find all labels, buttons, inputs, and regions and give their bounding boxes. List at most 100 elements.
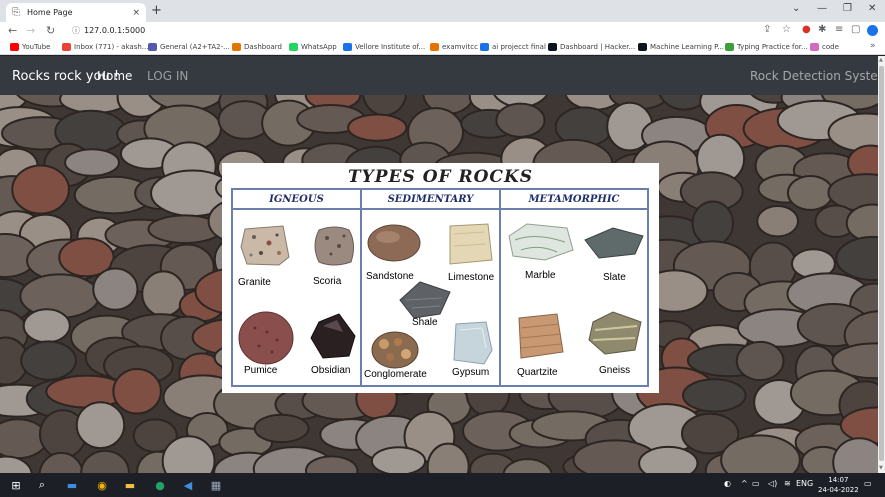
pumice-label: Pumice [244,365,278,376]
bookmark-favicon-icon [725,43,734,51]
igneous-column: IGNEOUS Granite Scoria Pumice Obsidian [233,190,360,385]
pebble-shape [92,267,139,311]
nav-home-link[interactable]: Home [97,69,132,83]
new-tab-button[interactable]: + [151,3,162,19]
sedimentary-heading: SEDIMENTARY [362,190,499,210]
file-explorer-icon[interactable]: ▬ [122,477,138,493]
granite-label: Granite [238,277,271,288]
scroll-down-icon[interactable]: ▼ [879,465,883,471]
bookmark-star-icon[interactable]: ☆ [782,24,791,36]
bookmark-item[interactable]: Vellore Institute of... [343,42,425,52]
app-taskbar-icon[interactable]: ▦ [208,477,224,493]
bookmark-item[interactable]: Dashboard [232,42,282,52]
gneiss-image [588,311,642,355]
bookmark-item[interactable]: Machine Learning P... [638,42,724,52]
bookmark-favicon-icon [62,43,71,51]
back-arrow-icon[interactable]: ← [8,24,17,37]
quartzite-label: Quartzite [517,367,558,378]
vscode-taskbar-icon[interactable]: ◀ [180,477,196,493]
extensions-puzzle-icon[interactable]: ✱ [818,24,826,36]
scroll-up-icon[interactable]: ▲ [879,57,883,63]
more-bookmarks-icon[interactable]: » [870,41,876,51]
bookmark-item[interactable]: General (A2+TA2-... [148,42,230,52]
bookmark-item[interactable]: YouTube [10,42,50,52]
navbar-right-title: Rock Detection System [750,69,885,83]
pebble-shape [682,378,747,413]
pebble-shape [786,174,834,211]
bookmark-favicon-icon [430,43,439,51]
bookmark-favicon-icon [289,43,298,51]
bookmark-item[interactable]: Typing Practice for... [725,42,808,52]
pebble-shape [11,164,70,215]
extension-record-icon[interactable]: ● [802,24,811,36]
volume-icon[interactable]: ◁) [768,479,777,488]
bookmark-item[interactable]: WhatsApp [289,42,337,52]
side-panel-icon[interactable]: ▢ [851,24,860,36]
windows-start-icon[interactable]: ⊞ [8,477,24,493]
bookmark-label: General (A2+TA2-... [160,43,230,51]
nav-login-link[interactable]: LOG IN [147,69,188,83]
tab-search-icon[interactable]: ⌄ [792,3,800,14]
pebble-shape [80,449,130,473]
task-view-icon[interactable]: ▬ [64,477,80,493]
bookmark-item[interactable]: examvitcc [430,42,478,52]
clock-date: 24-04-2022 [818,486,859,494]
minimize-button[interactable]: — [817,3,827,14]
pebble-shape [495,102,546,138]
bookmark-favicon-icon [148,43,157,51]
language-indicator[interactable]: ENG [796,479,813,488]
bookmark-item[interactable]: ai projecct final [480,42,546,52]
browser-tab-strip: ⎘ Home Page × + ⌄ — ❐ ✕ [0,0,885,22]
share-icon[interactable]: ⇪ [763,24,771,36]
chrome-taskbar-icon[interactable]: ◉ [94,477,110,493]
tab-home-page[interactable]: ⎘ Home Page × [6,3,146,22]
pebble-shape [638,445,699,473]
profile-avatar[interactable] [867,25,878,36]
bookmark-label: ai projecct final [492,43,546,51]
search-icon[interactable]: ⌕ [34,477,50,493]
reload-icon[interactable]: ↻ [46,24,55,37]
battery-icon[interactable]: ▭ [752,479,760,488]
forward-arrow-icon[interactable]: → [26,24,35,37]
url-field[interactable]: ⓘ 127.0.0.1:5000 [72,25,145,36]
maximize-button[interactable]: ❐ [843,3,852,14]
address-bar-row: ← → ↻ ⓘ 127.0.0.1:5000 ⇪ ☆ ● ✱ ≡ ▢ ⋮ [0,22,885,39]
gypsum-image [453,321,493,365]
bookmark-item[interactable]: code [810,42,839,52]
browser-menu-icon[interactable]: ⋮ [881,24,885,36]
close-window-button[interactable]: ✕ [868,3,876,14]
slate-image [584,227,644,259]
conglomerate-label: Conglomerate [364,369,427,380]
tab-close-icon[interactable]: × [132,8,140,18]
marble-image [508,223,574,261]
notifications-icon[interactable]: ▭ [864,479,872,488]
limestone-label: Limestone [448,272,495,283]
reading-list-icon[interactable]: ≡ [835,24,843,36]
page-scrollbar[interactable]: ▲ ▼ [878,56,885,473]
clock-time: 14:07 [828,476,849,484]
bookmark-label: WhatsApp [301,43,337,51]
tab-title: Home Page [27,8,73,17]
scrollbar-thumb[interactable] [879,66,884,461]
metamorphic-column: METAMORPHIC Marble Slate Quartzite Gneis… [501,190,647,385]
bookmark-label: examvitcc [442,43,478,51]
tray-chevron-icon[interactable]: ^ [741,479,748,488]
bookmark-label: Dashboard | Hacker... [560,43,636,51]
whatsapp-taskbar-icon[interactable]: ● [152,477,168,493]
granite-image [240,225,290,266]
rock-types-table: IGNEOUS Granite Scoria Pumice Obsidian S… [231,188,649,387]
scoria-image [314,226,355,266]
pebble-shape [141,270,186,318]
bookmark-item[interactable]: Inbox (771) - akash... [62,42,148,52]
site-info-icon[interactable]: ⓘ [72,26,80,35]
taskbar-clock[interactable]: 14:07 24-04-2022 [818,475,859,495]
shale-label: Shale [412,317,438,328]
weather-icon[interactable]: ◐ [724,479,731,488]
scoria-label: Scoria [313,276,342,287]
bookmark-item[interactable]: Dashboard | Hacker... [548,42,635,52]
pebble-shape [20,340,77,381]
pebble-shape [756,204,800,238]
bookmark-label: Vellore Institute of... [355,43,426,51]
obsidian-image [310,313,356,359]
wifi-icon[interactable]: ≋ [784,479,791,488]
